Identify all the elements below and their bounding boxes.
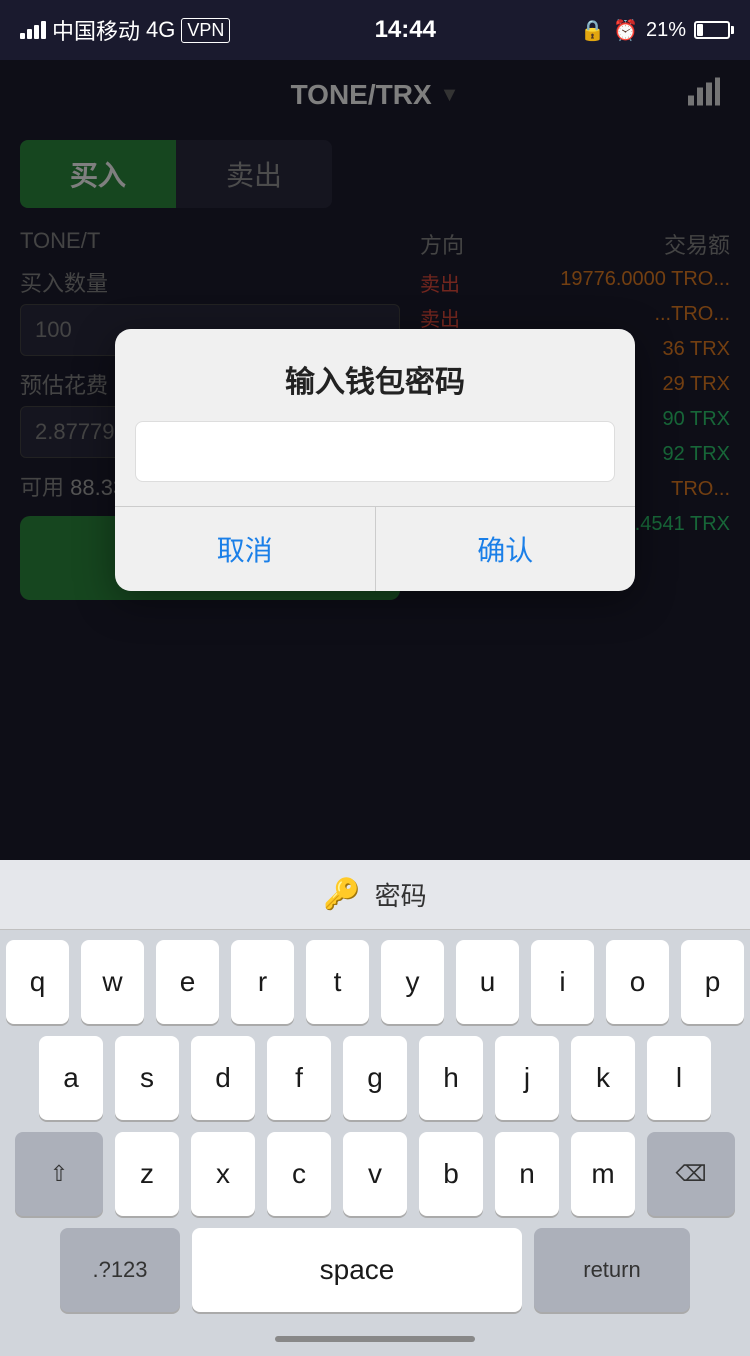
home-bar <box>275 1336 475 1342</box>
key-l[interactable]: l <box>647 1036 711 1120</box>
key-i[interactable]: i <box>531 940 594 1024</box>
password-dialog: 输入钱包密码 取消 确认 <box>115 329 635 591</box>
numbers-key[interactable]: .?123 <box>60 1228 180 1312</box>
key-y[interactable]: y <box>381 940 444 1024</box>
key-h[interactable]: h <box>419 1036 483 1120</box>
signal-icon <box>20 21 46 39</box>
clock: 14:44 <box>375 16 436 44</box>
keyboard-row-2: a s d f g h j k l <box>6 1036 744 1120</box>
dialog-buttons: 取消 确认 <box>115 506 635 591</box>
confirm-button[interactable]: 确认 <box>376 507 636 591</box>
home-indicator <box>0 1322 750 1356</box>
keyboard-area: 🔑 密码 q w e r t y u i o p a s d f g h j k… <box>0 860 750 1356</box>
dialog-title: 输入钱包密码 <box>115 329 635 421</box>
vpn-label: VPN <box>181 18 230 43</box>
key-q[interactable]: q <box>6 940 69 1024</box>
carrier-label: 中国移动 <box>52 14 140 46</box>
key-w[interactable]: w <box>81 940 144 1024</box>
key-f[interactable]: f <box>267 1036 331 1120</box>
space-key[interactable]: space <box>192 1228 522 1312</box>
keyboard-top-bar: 🔑 密码 <box>0 860 750 930</box>
key-r[interactable]: r <box>231 940 294 1024</box>
key-m[interactable]: m <box>571 1132 635 1216</box>
key-t[interactable]: t <box>306 940 369 1024</box>
battery-icon <box>694 21 730 39</box>
alarm-icon: ⏰ <box>613 18 638 43</box>
dialog-input-wrap <box>115 421 635 506</box>
status-right: 🔒 ⏰ 21% <box>580 18 730 43</box>
keyboard-password-label: 密码 <box>375 876 427 913</box>
status-left: 中国移动 4G VPN <box>20 14 230 46</box>
key-j[interactable]: j <box>495 1036 559 1120</box>
return-key[interactable]: return <box>534 1228 690 1312</box>
key-u[interactable]: u <box>456 940 519 1024</box>
shift-key[interactable]: ⇧ <box>15 1132 103 1216</box>
key-k[interactable]: k <box>571 1036 635 1120</box>
key-x[interactable]: x <box>191 1132 255 1216</box>
keyboard-rows: q w e r t y u i o p a s d f g h j k l ⇧ … <box>0 930 750 1322</box>
password-input[interactable] <box>135 421 615 482</box>
key-icon: 🔑 <box>323 877 360 912</box>
cancel-button[interactable]: 取消 <box>115 507 376 591</box>
dialog-overlay: 输入钱包密码 取消 确认 <box>0 60 750 860</box>
key-e[interactable]: e <box>156 940 219 1024</box>
lock-icon: 🔒 <box>580 18 605 43</box>
key-p[interactable]: p <box>681 940 744 1024</box>
status-bar: 中国移动 4G VPN 14:44 🔒 ⏰ 21% <box>0 0 750 60</box>
app-area: TONE/TRX ▼ 买入 卖出 TONE/T 买入数量 100 <box>0 60 750 860</box>
keyboard-row-4: .?123 space return <box>6 1228 744 1312</box>
network-label: 4G <box>146 17 175 43</box>
key-a[interactable]: a <box>39 1036 103 1120</box>
key-n[interactable]: n <box>495 1132 559 1216</box>
key-g[interactable]: g <box>343 1036 407 1120</box>
keyboard-row-1: q w e r t y u i o p <box>6 940 744 1024</box>
key-o[interactable]: o <box>606 940 669 1024</box>
key-b[interactable]: b <box>419 1132 483 1216</box>
keyboard-row-3: ⇧ z x c v b n m ⌫ <box>6 1132 744 1216</box>
key-z[interactable]: z <box>115 1132 179 1216</box>
key-c[interactable]: c <box>267 1132 331 1216</box>
battery-percent: 21% <box>646 19 686 42</box>
key-s[interactable]: s <box>115 1036 179 1120</box>
key-d[interactable]: d <box>191 1036 255 1120</box>
delete-key[interactable]: ⌫ <box>647 1132 735 1216</box>
key-v[interactable]: v <box>343 1132 407 1216</box>
